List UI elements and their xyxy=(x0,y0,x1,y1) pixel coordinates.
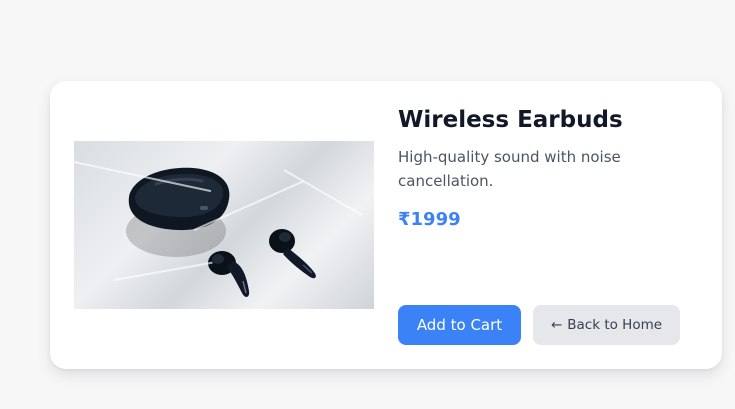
product-price: ₹1999 xyxy=(398,209,461,230)
add-to-cart-label: Add to Cart xyxy=(416,316,503,334)
product-description: High-quality sound with noise cancellati… xyxy=(398,148,621,190)
back-to-home-button[interactable]: ← Back to Home xyxy=(533,305,680,345)
product-info: Wireless Earbuds High-quality sound with… xyxy=(398,103,698,230)
product-image xyxy=(74,141,374,309)
product-actions: Add to Cart ← Back to Home xyxy=(398,305,680,345)
back-to-home-label: Back to Home xyxy=(567,317,663,333)
back-arrow-icon: ← xyxy=(550,317,563,333)
add-to-cart-button[interactable]: Add to Cart xyxy=(398,305,521,345)
earbuds-image xyxy=(126,167,316,297)
product-card: Wireless Earbuds High-quality sound with… xyxy=(50,81,722,369)
product-title: Wireless Earbuds xyxy=(398,107,623,133)
